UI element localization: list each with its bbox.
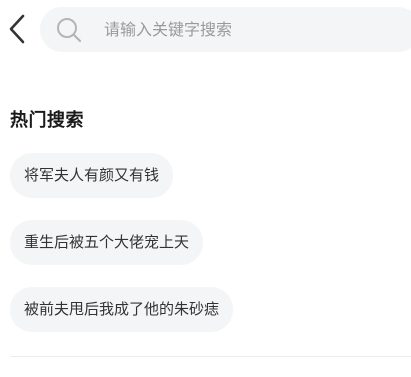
- hot-search-item[interactable]: 重生后被五个大佬宠上天: [10, 220, 204, 265]
- search-bar[interactable]: [40, 7, 411, 52]
- search-icon: [56, 17, 82, 43]
- divider: [10, 356, 411, 357]
- hot-search-list: 将军夫人有颜又有钱 重生后被五个大佬宠上天 被前夫甩后我成了他的朱砂痣: [10, 153, 234, 354]
- chevron-left-icon: [9, 14, 25, 44]
- hot-search-item[interactable]: 将军夫人有颜又有钱: [10, 153, 174, 198]
- back-button[interactable]: [4, 12, 30, 46]
- search-input[interactable]: [102, 19, 386, 40]
- search-page: 热门搜索 将军夫人有颜又有钱 重生后被五个大佬宠上天 被前夫甩后我成了他的朱砂痣: [0, 0, 411, 377]
- hot-search-title: 热门搜索: [10, 110, 84, 131]
- hot-search-item[interactable]: 被前夫甩后我成了他的朱砂痣: [10, 287, 234, 332]
